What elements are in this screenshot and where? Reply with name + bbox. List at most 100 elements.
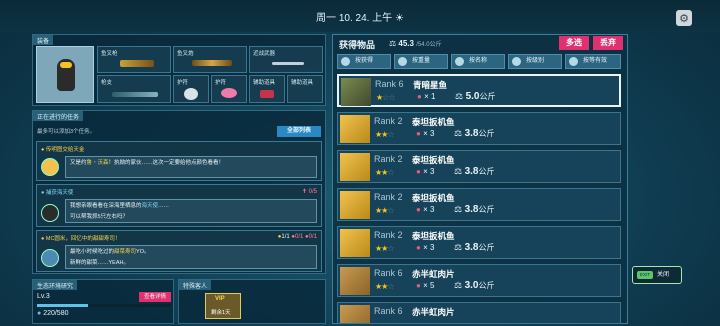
harpoon-cannon-icon bbox=[192, 60, 232, 66]
item-rank: Rank 2 bbox=[374, 116, 403, 126]
exit-icon: EXIT bbox=[637, 271, 653, 279]
weight-icon: ⚖ bbox=[454, 242, 463, 252]
item-rank: Rank 2 bbox=[374, 154, 403, 164]
task-title: 正在进行的任务 bbox=[33, 111, 84, 121]
task-head: ● 捕获海天使 bbox=[41, 190, 74, 196]
item-count: ● × 1 bbox=[417, 92, 436, 101]
slot-harpoon-cannon[interactable]: 鱼叉炮 bbox=[173, 46, 247, 73]
task-subtitle: 最多可以添加3个任务。 bbox=[37, 129, 96, 135]
inventory-row[interactable]: Rank 2 泰坦扳机鱼 ★★☆ ● × 3 ⚖ 3.8公斤 bbox=[337, 150, 621, 183]
inventory-row[interactable]: Rank 2 泰坦扳机鱼 ★★☆ ● × 3 ⚖ 3.8公斤 bbox=[337, 112, 621, 145]
charm-icon bbox=[184, 88, 198, 100]
item-stars: ★☆☆ bbox=[376, 93, 396, 102]
close-button[interactable]: EXIT 关闭 bbox=[632, 266, 682, 284]
weight-icon: ⚖ bbox=[455, 91, 464, 101]
fish-icon: ● bbox=[416, 205, 421, 214]
task-card-3[interactable]: ● MC圆米，回忆中的甜甜寿司！ ●1/1 ●0/1 ●0/1 最吃小时候吃过的… bbox=[36, 230, 322, 272]
date-label: 周一 10. 24. 上午 ☀ bbox=[316, 13, 404, 24]
character-portrait[interactable] bbox=[36, 46, 94, 103]
item-rank: Rank 2 bbox=[374, 192, 403, 202]
eco-details-button[interactable]: 查看详情 bbox=[139, 292, 171, 302]
task-card-1[interactable]: ● 传明图交给天金 又是约鲁・沃森！执拗的家伙……这次一定要给他点颜色看看！ bbox=[36, 141, 322, 181]
inventory-row[interactable]: Rank 2 泰坦扳机鱼 ★★☆ ● × 3 ⚖ 3.8公斤 bbox=[337, 188, 621, 221]
task-progress: ●1/1 ●0/1 ●0/1 bbox=[277, 234, 317, 240]
inventory-row[interactable]: Rank 6 赤半虹肉片 ★★☆ ● × 5 ⚖ 3.0公斤 bbox=[337, 264, 621, 297]
weight-icon: ⚖ bbox=[454, 280, 463, 290]
item-name: 泰坦扳机鱼 bbox=[412, 117, 455, 127]
eco-progress-bar bbox=[37, 304, 171, 307]
vip-badge: VIP bbox=[215, 296, 225, 302]
item-count: ● × 3 bbox=[416, 205, 435, 214]
slot-harpoon-gun[interactable]: 鱼叉枪 bbox=[97, 46, 171, 73]
inventory-title: 获得物品 bbox=[339, 40, 376, 50]
weight-icon: ⚖ bbox=[454, 166, 463, 176]
eco-level: Lv.3 bbox=[37, 293, 50, 300]
inventory-row[interactable]: Rank 6 赤半虹肉片 bbox=[337, 302, 621, 324]
gear-icon bbox=[569, 57, 578, 66]
inventory-row[interactable]: Rank 2 泰坦扳机鱼 ★★☆ ● × 3 ⚖ 3.8公斤 bbox=[337, 226, 621, 259]
sort-tab-acquired[interactable]: 按获得 bbox=[337, 54, 391, 69]
task-head: ● 传明图交给天金 bbox=[41, 147, 85, 153]
sort-tab-rank[interactable]: 按级别 bbox=[508, 54, 562, 69]
slot-support-2[interactable]: 辅助道具 bbox=[287, 75, 323, 103]
vip-days: 剩余1天 bbox=[211, 310, 231, 316]
top-bar: 周一 10. 24. 上午 ☀ ⚙ bbox=[0, 0, 720, 32]
item-stars: ★★☆ bbox=[375, 130, 395, 139]
equipment-panel: 装备 鱼叉枪 鱼叉炮 近战武器 枪支 护符 护符 辅助道具 辅助道具 bbox=[32, 34, 326, 106]
slot-label: 辅助道具 bbox=[291, 80, 314, 86]
slot-charm-2[interactable]: 护符 bbox=[211, 75, 247, 103]
item-name: 赤半虹肉片 bbox=[412, 307, 455, 317]
slot-label: 护符 bbox=[177, 80, 189, 86]
item-weight: ⚖ 3.8公斤 bbox=[454, 242, 495, 253]
fish-icon: ● bbox=[416, 167, 421, 176]
item-stars: ★★☆ bbox=[375, 244, 395, 253]
item-weight: ⚖ 3.8公斤 bbox=[454, 166, 495, 177]
eco-title: 生态环境研究 bbox=[33, 280, 78, 290]
item-rank: Rank 6 bbox=[374, 268, 403, 278]
weight-readout: ⚖ 45.3 /54.0公斤 bbox=[389, 39, 442, 48]
slot-label: 护符 bbox=[215, 80, 227, 86]
slot-support-1[interactable]: 辅助道具 bbox=[249, 75, 285, 103]
item-thumbnail bbox=[340, 229, 370, 257]
list-all-button[interactable]: 全部列表 bbox=[277, 126, 321, 137]
weight-icon: ⚖ bbox=[454, 128, 463, 138]
task-card-2[interactable]: ● 捕获海天使 ✝ 0/5 我想亲眼看看在深海里栖息的海天使…… 可以帮我抓5只左… bbox=[36, 184, 322, 227]
inventory-row[interactable]: Rank 6 青暗星鱼 ★☆☆ ● × 1 ⚖ 5.0公斤 bbox=[337, 74, 621, 107]
item-weight: ⚖ 5.0公斤 bbox=[455, 91, 496, 102]
item-name: 泰坦扳机鱼 bbox=[412, 193, 455, 203]
npc-avatar-icon bbox=[41, 204, 59, 222]
item-stars: ★★☆ bbox=[375, 206, 395, 215]
sort-tab-effective[interactable]: 按等有效 bbox=[565, 54, 621, 69]
slot-label: 枪支 bbox=[101, 80, 113, 86]
item-name: 赤半虹肉片 bbox=[412, 269, 455, 279]
special-guest-panel: 特殊客人 VIP 剩余1天 bbox=[178, 279, 326, 324]
weight-icon bbox=[398, 57, 407, 66]
discard-button[interactable]: 丢弃 bbox=[593, 36, 623, 50]
rifle-icon bbox=[112, 92, 158, 97]
support-item-icon bbox=[260, 90, 274, 98]
slot-gun[interactable]: 枪支 bbox=[97, 75, 171, 103]
multi-select-button[interactable]: 多选 bbox=[559, 36, 589, 50]
item-thumbnail bbox=[340, 153, 370, 181]
slot-melee-weapon[interactable]: 近战武器 bbox=[249, 46, 323, 73]
item-thumbnail bbox=[341, 78, 371, 106]
item-name: 泰坦扳机鱼 bbox=[412, 155, 455, 165]
slot-charm-1[interactable]: 护符 bbox=[173, 75, 209, 103]
settings-gear-icon[interactable]: ⚙ bbox=[676, 10, 692, 26]
weight-icon: ⚖ bbox=[389, 39, 397, 48]
special-title: 特殊客人 bbox=[179, 280, 212, 290]
item-thumbnail bbox=[340, 267, 370, 295]
vip-card[interactable]: VIP 剩余1天 bbox=[205, 293, 241, 319]
sort-tab-weight[interactable]: 按重量 bbox=[394, 54, 448, 69]
npc-avatar-icon bbox=[41, 158, 59, 176]
slot-label: 鱼叉炮 bbox=[177, 51, 194, 57]
sort-tab-name[interactable]: 按名称 bbox=[451, 54, 505, 69]
inventory-panel: 获得物品 ⚖ 45.3 /54.0公斤 多选 丢弃 按获得 按重量 按名称 按级… bbox=[332, 34, 628, 324]
dolphin-charm-icon bbox=[221, 88, 237, 98]
item-thumbnail bbox=[340, 115, 370, 143]
eco-research-panel: 生态环境研究 Lv.3 查看详情 ● 220/580 bbox=[32, 279, 174, 324]
eco-progress-fill bbox=[37, 304, 88, 307]
clock-icon bbox=[341, 57, 350, 66]
item-name: 青暗星鱼 bbox=[413, 80, 448, 90]
fish-icon: ● bbox=[416, 243, 421, 252]
